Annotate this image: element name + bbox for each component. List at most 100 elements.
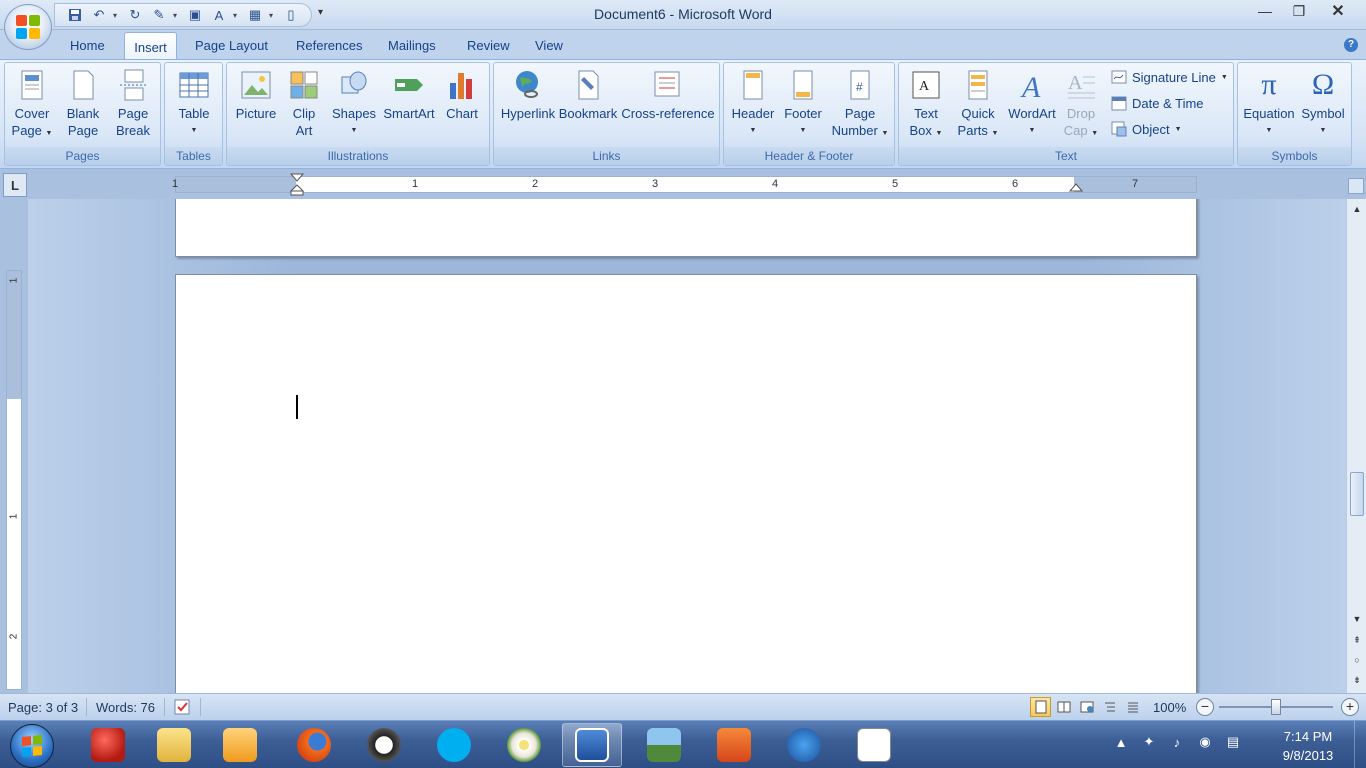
- browse-object-icon[interactable]: ○: [1350, 653, 1364, 667]
- tab-insert[interactable]: Insert: [124, 32, 177, 61]
- group-tables: Table ▼ Tables: [164, 62, 223, 166]
- picture-button[interactable]: Picture: [233, 69, 279, 122]
- scroll-thumb[interactable]: [1350, 472, 1364, 516]
- right-indent-marker-icon[interactable]: [1069, 183, 1083, 195]
- object-button[interactable]: Object ▼: [1111, 121, 1182, 137]
- taskbar-calendar-app[interactable]: [844, 723, 904, 767]
- view-ruler-icon[interactable]: [1348, 178, 1364, 194]
- status-divider: [86, 698, 87, 716]
- office-button[interactable]: [4, 4, 52, 50]
- group-links: Hyperlink Bookmark Cross-reference Links: [493, 62, 720, 166]
- taskbar-word[interactable]: [562, 723, 622, 767]
- taskbar-firefox[interactable]: [284, 723, 344, 767]
- print-layout-icon[interactable]: [1030, 697, 1051, 717]
- taskbar-explorer[interactable]: [144, 723, 204, 767]
- previous-page-icon[interactable]: ⇞: [1350, 633, 1364, 647]
- skype-icon: [437, 728, 471, 762]
- calendar-icon: [1111, 95, 1127, 111]
- tab-selector[interactable]: L: [3, 173, 27, 197]
- wordart-button[interactable]: A WordArt ▼: [1005, 69, 1059, 139]
- symbol-button[interactable]: Ω Symbol ▼: [1298, 69, 1348, 139]
- pin-tray-icon[interactable]: ✦: [1140, 733, 1158, 751]
- footer-button[interactable]: Footer ▼: [778, 69, 828, 139]
- folder-icon: [157, 728, 191, 762]
- zoom-level[interactable]: 100%: [1153, 700, 1186, 715]
- table-button[interactable]: Table ▼: [173, 69, 215, 139]
- taskbar-flower-app[interactable]: [494, 723, 554, 767]
- photo-viewer-icon: [647, 728, 681, 762]
- quick-parts-icon: [962, 69, 994, 101]
- proofing-icon[interactable]: [172, 697, 194, 717]
- taskbar-media-player[interactable]: [210, 723, 270, 767]
- taskbar-photo-viewer[interactable]: [634, 723, 694, 767]
- outline-icon[interactable]: [1099, 697, 1120, 717]
- next-page-icon[interactable]: ⇟: [1350, 673, 1364, 687]
- dropdown-arrow-icon: ▼: [45, 130, 53, 137]
- previous-page[interactable]: [175, 199, 1197, 257]
- page-break-button[interactable]: Page Break: [113, 69, 153, 139]
- show-hidden-icons-icon[interactable]: ▲: [1112, 733, 1130, 751]
- restore-button[interactable]: ❐: [1282, 0, 1316, 22]
- volume-icon[interactable]: ♪: [1168, 733, 1186, 751]
- zoom-out-button[interactable]: −: [1196, 698, 1214, 716]
- indent-marker-icon[interactable]: [290, 173, 304, 197]
- zoom-slider-thumb[interactable]: [1271, 699, 1281, 715]
- tab-page-layout[interactable]: Page Layout: [195, 38, 268, 53]
- document-area: [28, 199, 1346, 693]
- svg-text:A: A: [919, 79, 930, 94]
- top-margin-area: [7, 271, 21, 399]
- vertical-ruler[interactable]: 1 1 2: [6, 270, 22, 690]
- taskbar-skype[interactable]: [424, 723, 484, 767]
- start-button[interactable]: [10, 724, 54, 768]
- ruler-number: 5: [892, 178, 899, 190]
- chart-button[interactable]: Chart: [441, 69, 483, 122]
- group-illustrations: Picture Clip Art Shapes ▼ SmartArt Chart…: [226, 62, 490, 166]
- page-count[interactable]: Page: 3 of 3: [8, 700, 78, 715]
- tab-home[interactable]: Home: [70, 38, 105, 53]
- page-number-button[interactable]: # Page Number ▼: [828, 69, 892, 142]
- network-icon[interactable]: ▤: [1224, 733, 1242, 751]
- close-button[interactable]: ✕: [1316, 0, 1360, 22]
- ruler-number: 1: [172, 178, 179, 190]
- header-button[interactable]: Header ▼: [728, 69, 778, 139]
- tab-references[interactable]: References: [296, 38, 362, 53]
- show-desktop-button[interactable]: [1354, 721, 1366, 768]
- tab-review[interactable]: Review: [467, 38, 510, 53]
- horizontal-ruler[interactable]: 1 1 2 3 4 5 6 7: [172, 173, 1197, 196]
- help-icon[interactable]: ?: [1344, 38, 1358, 52]
- system-clock[interactable]: 7:14 PM 9/8/2013: [1266, 727, 1350, 765]
- cover-page-button[interactable]: Cover Page ▼: [11, 69, 53, 142]
- zoom-in-button[interactable]: +: [1341, 698, 1359, 716]
- quick-parts-button[interactable]: Quick Parts ▼: [955, 69, 1001, 142]
- date-time-button[interactable]: Date & Time: [1111, 95, 1204, 111]
- taskbar-3g-app[interactable]: [774, 723, 834, 767]
- cross-reference-button[interactable]: Cross-reference: [620, 69, 716, 122]
- full-screen-reading-icon[interactable]: [1053, 697, 1074, 717]
- web-layout-icon[interactable]: [1076, 697, 1097, 717]
- bookmark-button[interactable]: Bookmark: [558, 69, 618, 122]
- text-box-button[interactable]: A Text Box ▼: [905, 69, 947, 142]
- scroll-up-icon[interactable]: ▲: [1350, 202, 1364, 216]
- tab-mailings[interactable]: Mailings: [388, 38, 436, 53]
- hyperlink-button[interactable]: Hyperlink: [498, 69, 558, 122]
- blank-page-button[interactable]: Blank Page: [63, 69, 103, 139]
- taskbar-clock-app[interactable]: [354, 723, 414, 767]
- scroll-down-icon[interactable]: ▼: [1350, 612, 1364, 626]
- taskbar-app-orange[interactable]: [704, 723, 764, 767]
- taskbar-pin-app[interactable]: [78, 723, 138, 767]
- tab-view[interactable]: View: [535, 38, 563, 53]
- signature-line-button[interactable]: Signature Line ▼: [1111, 69, 1228, 85]
- equation-button[interactable]: π Equation ▼: [1242, 69, 1296, 139]
- word-count[interactable]: Words: 76: [96, 700, 155, 715]
- shapes-button[interactable]: Shapes ▼: [331, 69, 377, 139]
- minimize-button[interactable]: —: [1248, 0, 1282, 22]
- language-icon[interactable]: ◉: [1196, 733, 1214, 751]
- dropdown-arrow-icon: ▼: [749, 127, 757, 134]
- dropdown-arrow-icon: ▼: [935, 130, 943, 137]
- vertical-scrollbar[interactable]: ▲ ▼ ⇞ ○ ⇟: [1346, 199, 1366, 693]
- smartart-button[interactable]: SmartArt: [381, 69, 437, 122]
- draft-icon[interactable]: [1122, 697, 1143, 717]
- clip-art-button[interactable]: Clip Art: [287, 69, 321, 139]
- current-page[interactable]: [175, 274, 1197, 693]
- globe-icon: [512, 69, 544, 101]
